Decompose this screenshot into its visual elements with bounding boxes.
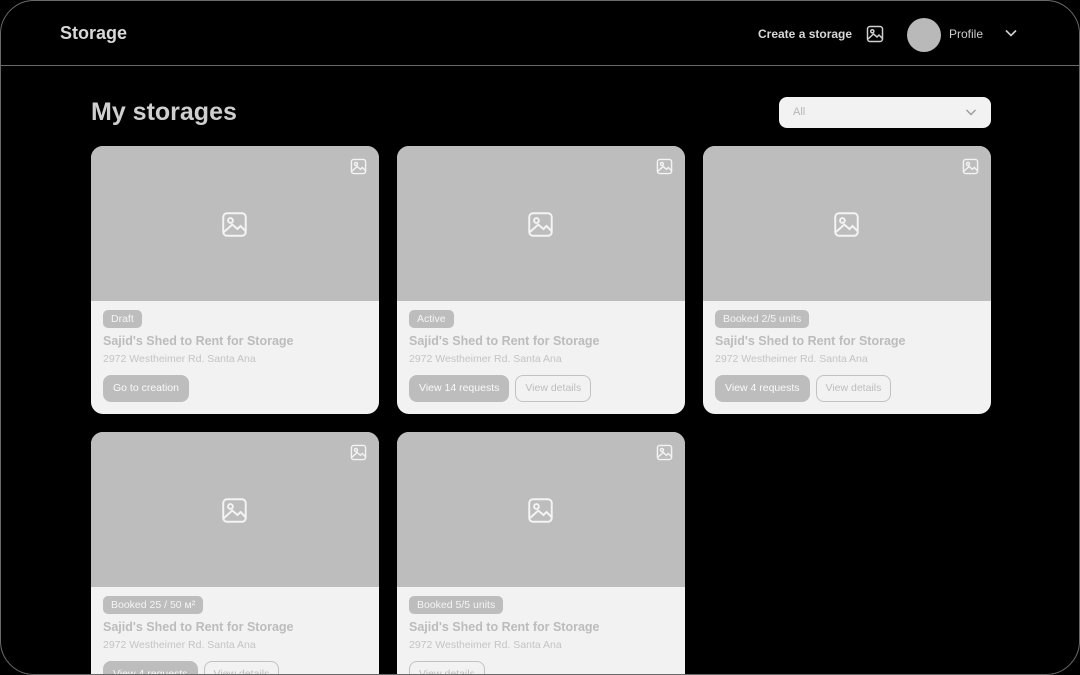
view-details-button[interactable]: View details: [409, 661, 485, 674]
filter-selected-value: All: [793, 106, 806, 118]
create-storage-button[interactable]: Create a storage: [758, 27, 852, 41]
chevron-down-icon: [965, 108, 977, 117]
image-placeholder-icon: [221, 497, 248, 524]
view-details-button[interactable]: View details: [515, 375, 592, 402]
card-image-placeholder: [397, 146, 685, 301]
card-image-placeholder: [397, 432, 685, 587]
card-title: Sajid's Shed to Rent for Storage: [715, 334, 906, 348]
image-placeholder-icon: [527, 497, 554, 524]
view-requests-button[interactable]: View 4 requests: [103, 661, 198, 674]
image-icon[interactable]: [962, 158, 979, 175]
top-header: Storage Create a storage Profile: [1, 1, 1079, 66]
card-address: 2972 Westheimer Rd. Santa Ana: [103, 353, 256, 365]
storage-card[interactable]: Booked 5/5 units Sajid's Shed to Rent fo…: [397, 432, 685, 674]
card-address: 2972 Westheimer Rd. Santa Ana: [409, 353, 562, 365]
card-actions: View 4 requests View details: [715, 375, 892, 402]
app-window: Storage Create a storage Profile My stor…: [0, 0, 1080, 675]
card-address: 2972 Westheimer Rd. Santa Ana: [409, 639, 562, 651]
view-details-button[interactable]: View details: [815, 375, 892, 402]
card-image-placeholder: [703, 146, 991, 301]
image-icon[interactable]: [350, 444, 367, 461]
card-title: Sajid's Shed to Rent for Storage: [409, 620, 600, 634]
card-title: Sajid's Shed to Rent for Storage: [103, 334, 294, 348]
card-title: Sajid's Shed to Rent for Storage: [409, 334, 600, 348]
card-address: 2972 Westheimer Rd. Santa Ana: [103, 639, 256, 651]
page-title: My storages: [91, 98, 237, 126]
go-to-creation-button[interactable]: Go to creation: [103, 375, 189, 402]
card-actions: View 14 requests View details: [409, 375, 592, 402]
image-icon[interactable]: [656, 158, 673, 175]
storage-card[interactable]: Booked 25 / 50 м² Sajid's Shed to Rent f…: [91, 432, 379, 674]
card-actions: View 4 requests View details: [103, 661, 280, 674]
storage-card[interactable]: Active Sajid's Shed to Rent for Storage …: [397, 146, 685, 414]
view-requests-button[interactable]: View 14 requests: [409, 375, 510, 402]
chevron-down-icon[interactable]: [1004, 28, 1018, 38]
card-actions: View details: [409, 661, 485, 674]
image-placeholder-icon: [833, 211, 860, 238]
profile-label[interactable]: Profile: [949, 27, 983, 41]
image-icon[interactable]: [656, 444, 673, 461]
view-details-button[interactable]: View details: [203, 661, 280, 674]
status-badge: Booked 2/5 units: [715, 310, 810, 328]
storage-card[interactable]: Booked 2/5 units Sajid's Shed to Rent fo…: [703, 146, 991, 414]
avatar[interactable]: [907, 18, 941, 52]
image-icon[interactable]: [350, 158, 367, 175]
storage-card[interactable]: Draft Sajid's Shed to Rent for Storage 2…: [91, 146, 379, 414]
card-image-placeholder: [91, 146, 379, 301]
image-placeholder-icon: [527, 211, 554, 238]
brand-logo[interactable]: Storage: [60, 23, 127, 44]
view-requests-button[interactable]: View 4 requests: [715, 375, 810, 402]
card-actions: Go to creation: [103, 375, 189, 402]
card-title: Sajid's Shed to Rent for Storage: [103, 620, 294, 634]
status-badge: Booked 5/5 units: [409, 596, 504, 614]
status-badge: Booked 25 / 50 м²: [103, 596, 204, 614]
image-placeholder-icon: [221, 211, 248, 238]
card-image-placeholder: [91, 432, 379, 587]
image-icon[interactable]: [866, 25, 884, 43]
status-badge: Active: [409, 310, 454, 328]
status-filter-select[interactable]: All: [779, 97, 991, 128]
status-badge: Draft: [103, 310, 142, 328]
card-address: 2972 Westheimer Rd. Santa Ana: [715, 353, 868, 365]
